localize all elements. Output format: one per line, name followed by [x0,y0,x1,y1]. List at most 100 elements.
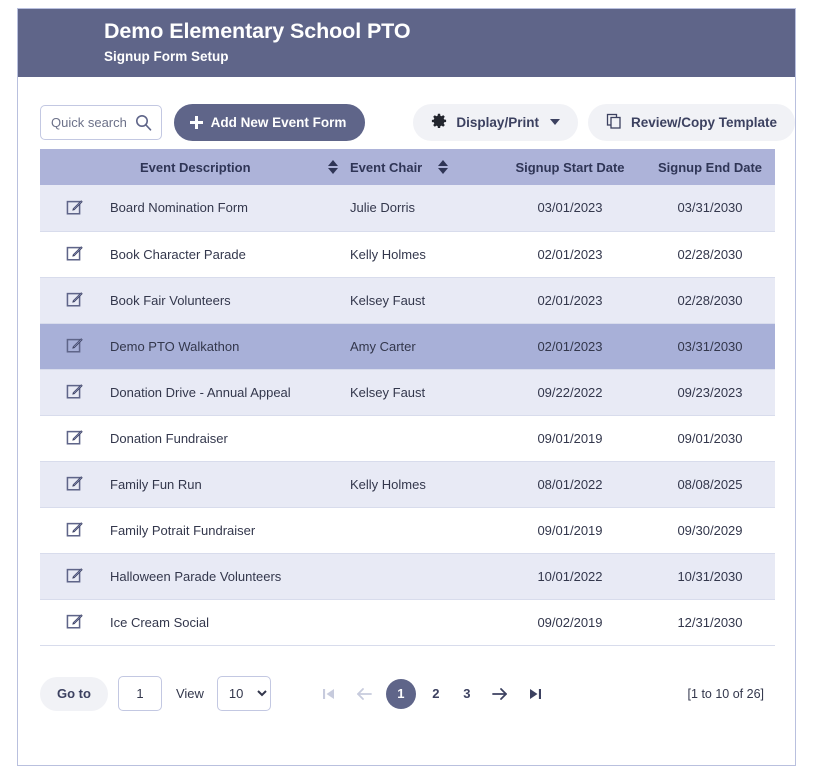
column-header-event-description[interactable]: Event Description [110,149,350,185]
cell-signup-start-date: 02/01/2023 [495,277,645,324]
page-button-1[interactable]: 1 [385,678,416,709]
sort-icon-event-chair[interactable] [438,160,449,174]
cell-signup-start-date: 10/01/2022 [495,553,645,600]
table-body: Board Nomination Form Julie Dorris 03/01/2… [40,185,775,646]
go-to-button[interactable]: Go to [40,676,108,711]
cell-signup-start-date: 09/01/2019 [495,415,645,462]
table-row[interactable]: Book Fair Volunteers Kelsey Faust 02/01/20… [40,277,775,324]
chevron-down-icon [549,119,560,125]
table-row[interactable]: Family Potrait Fundraiser 09/01/2019 09/30… [40,507,775,554]
add-new-event-form-button[interactable]: Add New Event Form [173,103,366,141]
cell-event-chair [350,553,495,600]
cell-signup-start-date: 02/01/2023 [495,323,645,370]
cell-event-description: Board Nomination Form [110,185,350,232]
page-button-3[interactable]: 3 [456,686,478,701]
add-new-event-form-label: Add New Event Form [210,114,347,130]
page-subtitle: Signup Form Setup [104,49,229,64]
cell-signup-start-date: 09/22/2022 [495,369,645,416]
column-header-signup-end-date: Signup End Date [645,149,775,185]
cell-event-description: Demo PTO Walkathon [110,323,350,370]
cell-event-description: Family Potrait Fundraiser [110,507,350,554]
first-page-icon[interactable] [316,681,342,707]
cell-event-description: Family Fun Run [110,461,350,508]
cell-event-description: Book Fair Volunteers [110,277,350,324]
cell-signup-end-date: 02/28/2030 [645,277,775,324]
sort-icon-event-description[interactable] [328,160,338,174]
column-header-edit [40,149,110,185]
cell-signup-end-date: 03/31/2030 [645,323,775,370]
last-page-icon[interactable] [522,681,548,707]
table-row[interactable]: Donation Drive - Annual Appeal Kelsey Fau… [40,369,775,416]
go-to-page-input[interactable] [117,676,162,711]
plus-icon [189,115,203,129]
record-count: [1 to 10 of 26] [678,681,773,706]
table-row[interactable]: Demo PTO Walkathon Amy Carter 02/01/2023 03… [40,323,775,370]
column-label-event-chair: Event Chair [350,159,423,175]
cell-event-chair: Kelly Holmes [350,231,495,278]
rows-per-page-select[interactable]: 102550100 [216,676,271,711]
pager: 1 2 3 [316,678,548,709]
edit-row-button[interactable] [40,369,110,416]
edit-row-button[interactable] [40,185,110,232]
column-header-signup-start-date: Signup Start Date [495,149,645,185]
page-title: Demo Elementary School PTO [104,19,411,43]
edit-row-button[interactable] [40,461,110,508]
page-banner: Demo Elementary School PTO Signup Form S… [18,9,795,77]
gear-icon [431,113,447,132]
edit-row-button[interactable] [40,599,110,646]
column-label-event-description: Event Description [140,159,251,175]
events-table-container: Event Description Event Chair Signup Sta… [18,149,795,646]
column-label-signup-start-date: Signup Start Date [515,159,625,175]
cell-signup-start-date: 09/01/2019 [495,507,645,554]
previous-page-icon[interactable] [351,681,377,707]
display-print-label: Display/Print [456,114,539,130]
cell-signup-end-date: 09/30/2029 [645,507,775,554]
edit-row-button[interactable] [40,323,110,370]
cell-signup-end-date: 02/28/2030 [645,231,775,278]
review-copy-template-label: Review/Copy Template [630,114,777,130]
review-copy-template-button[interactable]: Review/Copy Template [587,103,795,141]
cell-event-chair [350,599,495,646]
toolbar: Add New Event Form Display/Print [18,77,795,149]
edit-row-button[interactable] [40,553,110,600]
table-header: Event Description Event Chair Signup Sta… [40,149,775,185]
cell-signup-end-date: 09/23/2023 [645,369,775,416]
next-page-icon[interactable] [487,681,513,707]
cell-event-description: Halloween Parade Volunteers [110,553,350,600]
search-box[interactable] [40,104,162,140]
cell-event-description: Donation Drive - Annual Appeal [110,369,350,416]
pagination-footer: Go to View 102550100 1 2 [18,646,795,720]
cell-event-description: Donation Fundraiser [110,415,350,462]
app-root: Demo Elementary School PTO Signup Form S… [0,0,813,782]
table-row[interactable]: Board Nomination Form Julie Dorris 03/01/2… [40,185,775,232]
copy-icon [606,113,622,132]
cell-event-chair: Kelsey Faust [350,369,495,416]
table-row[interactable]: Ice Cream Social 09/02/2019 12/31/2030 [40,599,775,646]
edit-row-button[interactable] [40,277,110,324]
search-input[interactable] [41,105,161,139]
table-row[interactable]: Donation Fundraiser 09/01/2019 09/01/2030 [40,415,775,462]
cell-event-chair: Kelly Holmes [350,461,495,508]
display-print-button[interactable]: Display/Print [413,103,578,141]
edit-row-button[interactable] [40,231,110,278]
cell-event-chair: Amy Carter [350,323,495,370]
cell-signup-end-date: 03/31/2030 [645,185,775,232]
main-card: Demo Elementary School PTO Signup Form S… [17,8,796,766]
cell-signup-end-date: 09/01/2030 [645,415,775,462]
column-header-event-chair[interactable]: Event Chair [350,149,495,185]
edit-row-button[interactable] [40,415,110,462]
page-button-2[interactable]: 2 [425,686,447,701]
cell-signup-end-date: 10/31/2030 [645,553,775,600]
table-row[interactable]: Family Fun Run Kelly Holmes 08/01/2022 08/0… [40,461,775,508]
view-label: View [175,686,204,701]
cell-signup-start-date: 03/01/2023 [495,185,645,232]
edit-row-button[interactable] [40,507,110,554]
cell-event-chair [350,415,495,462]
cell-signup-end-date: 08/08/2025 [645,461,775,508]
cell-event-description: Ice Cream Social [110,599,350,646]
table-row[interactable]: Halloween Parade Volunteers 10/01/2022 10/… [40,553,775,600]
cell-signup-start-date: 02/01/2023 [495,231,645,278]
table-header-row: Event Description Event Chair Signup Sta… [40,149,775,185]
table-row[interactable]: Book Character Parade Kelly Holmes 02/01/2… [40,231,775,278]
events-table: Event Description Event Chair Signup Sta… [40,149,775,646]
